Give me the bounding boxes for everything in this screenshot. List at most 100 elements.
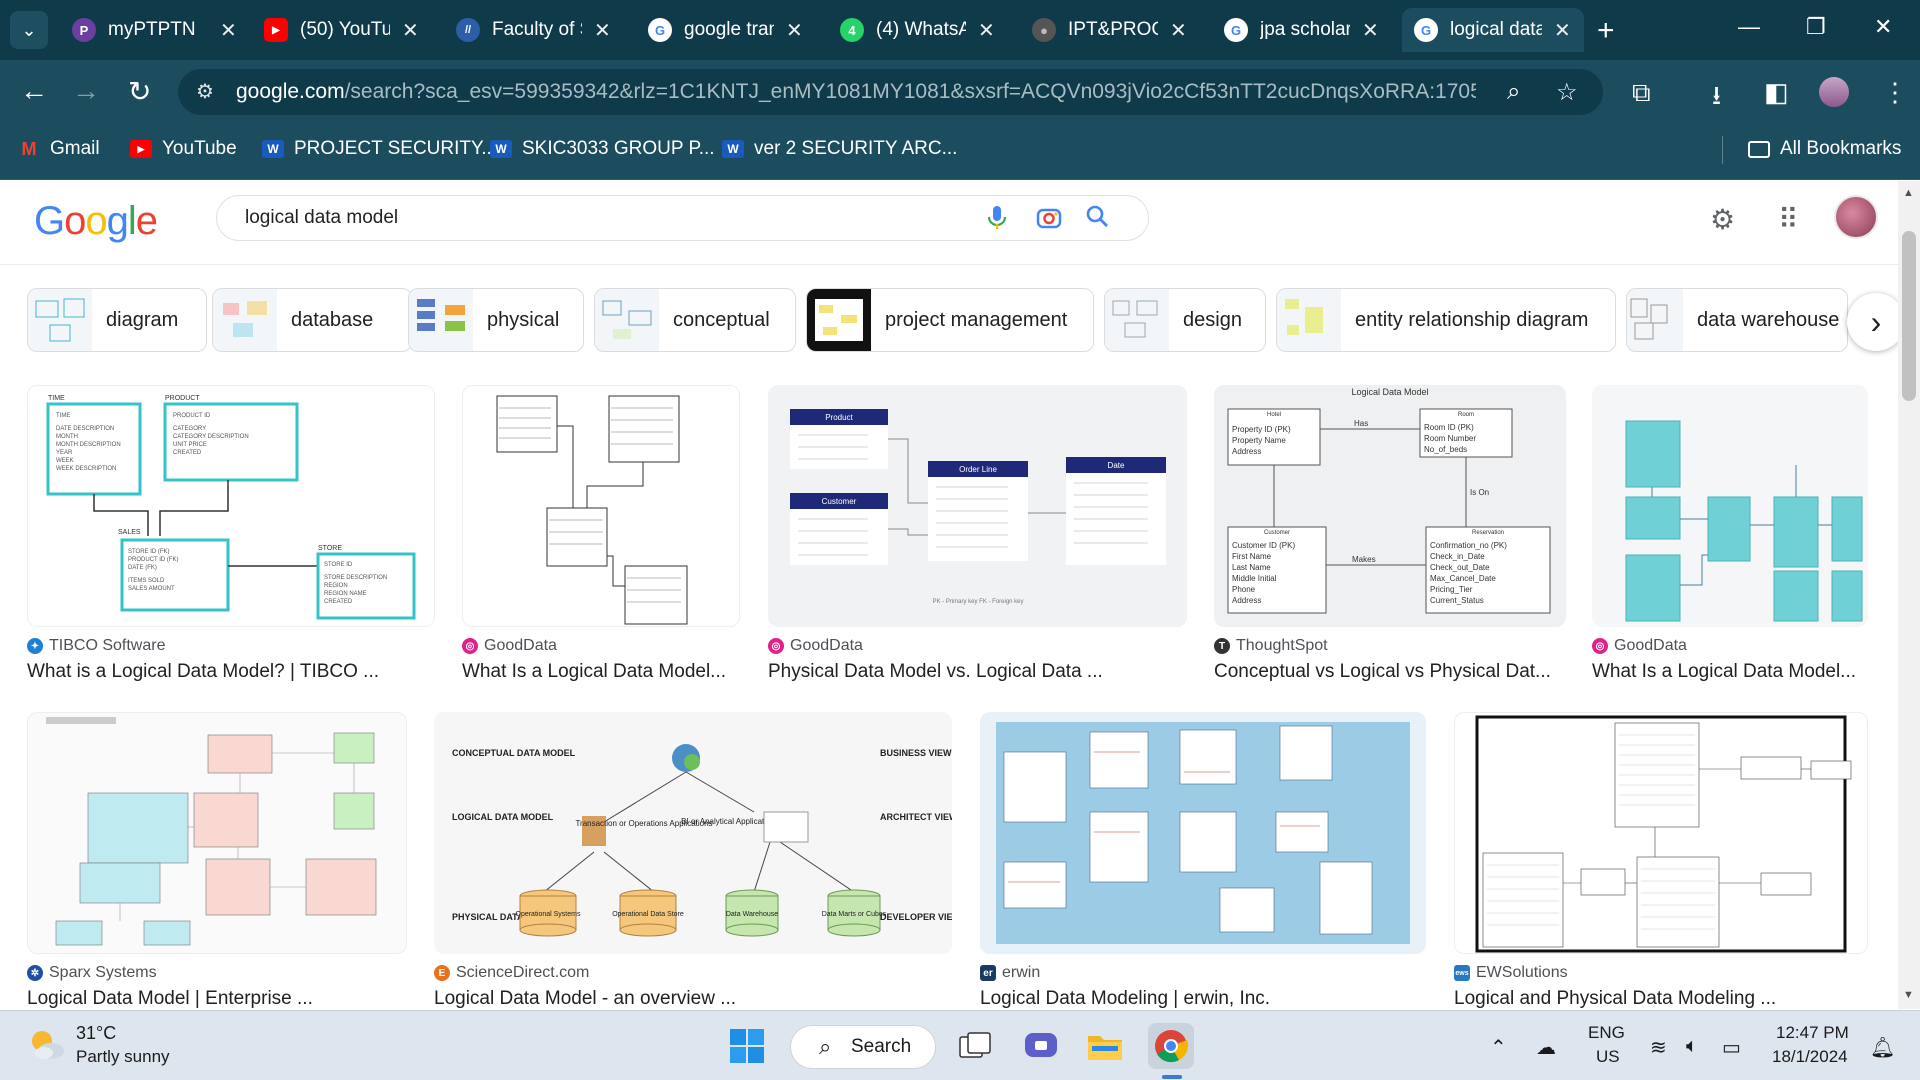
partly-sunny-weather-icon[interactable] [26, 1027, 66, 1061]
chips-next-button[interactable]: › [1847, 293, 1905, 351]
scroll-down-arrow-icon[interactable]: ▼ [1903, 989, 1914, 1001]
result-source[interactable]: GoodData [1614, 637, 1687, 655]
bookmark-skic3033[interactable]: W SKIC3033 GROUP P... [490, 138, 715, 160]
result-image[interactable]: Logical Data Model Hotel Property ID (PK… [1214, 385, 1566, 627]
result-source[interactable]: GoodData [484, 637, 557, 655]
weather-condition[interactable]: Partly sunny [76, 1047, 170, 1067]
close-window-button[interactable]: ✕ [1874, 14, 1892, 40]
scroll-up-arrow-icon[interactable]: ▲ [1903, 187, 1914, 199]
tab-close-icon[interactable]: ✕ [220, 18, 237, 43]
volume-icon[interactable]: 🔈︎ [1686, 1035, 1698, 1058]
bookmark-star-icon[interactable]: ☆ [1556, 78, 1578, 107]
tab-faculty[interactable]: // Faculty of S ✕ [444, 8, 624, 52]
windows-start-icon[interactable] [724, 1023, 770, 1069]
chip-project-management[interactable]: project management [806, 288, 1094, 352]
result-title[interactable]: Logical and Physical Data Modeling ... [1454, 988, 1868, 1010]
tab-jpa-scholarship[interactable]: G jpa scholars ✕ [1212, 8, 1392, 52]
tab-close-icon[interactable]: ✕ [978, 18, 995, 43]
scrollbar-thumb[interactable] [1902, 231, 1916, 401]
chip-diagram[interactable]: diagram [27, 288, 207, 352]
tab-myptptn[interactable]: P myPTPTN ✕ [60, 8, 240, 52]
url-text[interactable]: google.com/search?sca_esv=599359342&rlz=… [236, 80, 1476, 104]
result-title[interactable]: Conceptual vs Logical vs Physical Dat... [1214, 661, 1566, 683]
result-source[interactable]: TIBCO Software [49, 637, 165, 655]
file-explorer-icon[interactable] [1082, 1023, 1128, 1069]
image-result-erwin[interactable]: er erwin Logical Data Modeling | erwin, I… [980, 712, 1426, 1010]
restore-button[interactable]: ❐ [1806, 14, 1826, 40]
apps-grid-icon[interactable]: ⠿ [1778, 203, 1799, 236]
result-title[interactable]: Logical Data Model - an overview ... [434, 988, 952, 1010]
tab-ipt-progr[interactable]: ● IPT&PROGR ✕ [1020, 8, 1200, 52]
extensions-icon[interactable]: ⧉ [1632, 77, 1651, 109]
result-image[interactable] [27, 712, 407, 954]
tab-close-icon[interactable]: ✕ [1170, 18, 1187, 43]
tab-close-icon[interactable]: ✕ [1362, 18, 1379, 43]
result-image[interactable] [1454, 712, 1868, 954]
tab-logical-data-model[interactable]: G logical data ✕ [1402, 8, 1584, 52]
tab-close-icon[interactable]: ✕ [594, 18, 611, 43]
image-result-tibco[interactable]: TIME PRODUCT TIME DATE DESCRIPTION MONTH MO… [27, 385, 435, 683]
region-code[interactable]: US [1596, 1047, 1620, 1067]
image-result-sparx[interactable]: ✲ Sparx Systems Logical Data Model | Ente… [27, 712, 407, 1010]
image-result-ewsolutions[interactable]: ews EWSolutions Logical and Physical Data… [1454, 712, 1868, 1010]
result-source[interactable]: GoodData [790, 637, 863, 655]
result-source[interactable]: erwin [1002, 964, 1040, 982]
chip-entity-relationship-diagram[interactable]: entity relationship diagram [1276, 288, 1616, 352]
image-result-gooddata-1[interactable]: ◎ GoodData What Is a Logical Data Model..… [462, 385, 740, 683]
bookmark-gmail[interactable]: M Gmail [18, 138, 100, 160]
downloads-icon[interactable]: ⭳ [1712, 77, 1721, 121]
tab-search-button[interactable]: ⌄ [10, 11, 48, 49]
result-source[interactable]: ScienceDirect.com [456, 964, 589, 982]
google-logo[interactable]: Google [34, 199, 158, 244]
page-scrollbar[interactable]: ▲ ▼ [1898, 181, 1920, 1009]
side-panel-icon[interactable]: ◧ [1764, 77, 1789, 108]
battery-icon[interactable]: ▭ [1722, 1035, 1741, 1060]
result-image[interactable] [1592, 385, 1868, 627]
notification-bell-icon[interactable]: 🔔︎ [1870, 1035, 1895, 1060]
tab-close-icon[interactable]: ✕ [1554, 18, 1571, 43]
chevron-up-icon[interactable]: ⌃ [1490, 1035, 1507, 1060]
search-input[interactable]: logical data model [216, 195, 1149, 241]
lens-camera-icon[interactable] [1035, 204, 1063, 239]
site-info-icon[interactable]: ⚙ [196, 79, 214, 104]
result-title[interactable]: What Is a Logical Data Model... [462, 661, 740, 683]
chip-physical[interactable]: physical [408, 288, 584, 352]
bookmark-youtube[interactable]: ▶ YouTube [130, 138, 237, 160]
result-source[interactable]: ThoughtSpot [1236, 637, 1328, 655]
more-menu-icon[interactable]: ⋮ [1882, 77, 1908, 108]
tab-whatsapp[interactable]: 4 (4) WhatsApp ✕ [828, 8, 1008, 52]
result-title[interactable]: What Is a Logical Data Model... [1592, 661, 1868, 683]
image-result-thoughtspot[interactable]: Logical Data Model Hotel Property ID (PK… [1214, 385, 1566, 683]
tab-google-translate[interactable]: G google transl ✕ [636, 8, 816, 52]
microphone-icon[interactable] [985, 204, 1009, 239]
user-avatar[interactable] [1834, 195, 1878, 239]
chrome-taskbar-icon[interactable] [1148, 1023, 1194, 1069]
image-result-gooddata-3[interactable]: ◎ GoodData What Is a Logical Data Model..… [1592, 385, 1868, 683]
result-image[interactable]: CONCEPTUAL DATA MODEL LOGICAL DATA MODEL… [434, 712, 952, 954]
result-source[interactable]: EWSolutions [1476, 964, 1568, 982]
result-image[interactable] [980, 712, 1426, 954]
clock-date[interactable]: 18/1/2024 [1772, 1047, 1848, 1067]
onedrive-cloud-icon[interactable]: ☁ [1536, 1035, 1556, 1060]
zoom-search-icon[interactable]: ⌕ [1507, 78, 1520, 106]
chip-data-warehouse[interactable]: data warehouse [1626, 288, 1848, 352]
result-image[interactable]: TIME PRODUCT TIME DATE DESCRIPTION MONTH MO… [27, 385, 435, 627]
language-code[interactable]: ENG [1588, 1023, 1625, 1043]
back-button[interactable]: ← [20, 75, 48, 107]
chip-design[interactable]: design [1104, 288, 1266, 352]
chip-database[interactable]: database [212, 288, 412, 352]
image-result-sciencedirect[interactable]: CONCEPTUAL DATA MODEL LOGICAL DATA MODEL… [434, 712, 952, 1010]
image-result-gooddata-2[interactable]: Product Customer Order Line Date PK - Pr… [768, 385, 1187, 683]
result-source[interactable]: Sparx Systems [49, 964, 157, 982]
tab-close-icon[interactable]: ✕ [402, 18, 419, 43]
search-query[interactable]: logical data model [245, 207, 398, 229]
weather-temperature[interactable]: 31°C [76, 1023, 116, 1044]
result-title[interactable]: Logical Data Model | Enterprise ... [27, 988, 407, 1010]
result-image[interactable]: Product Customer Order Line Date PK - Pr… [768, 385, 1187, 627]
all-bookmarks-button[interactable]: All Bookmarks [1748, 138, 1901, 160]
clock-time[interactable]: 12:47 PM [1776, 1023, 1849, 1043]
address-bar[interactable]: ⚙ google.com/search?sca_esv=599359342&rl… [178, 69, 1603, 115]
tab-close-icon[interactable]: ✕ [786, 18, 803, 43]
result-title[interactable]: What is a Logical Data Model? | TIBCO ..… [27, 661, 435, 683]
new-tab-button[interactable]: + [1597, 14, 1615, 48]
